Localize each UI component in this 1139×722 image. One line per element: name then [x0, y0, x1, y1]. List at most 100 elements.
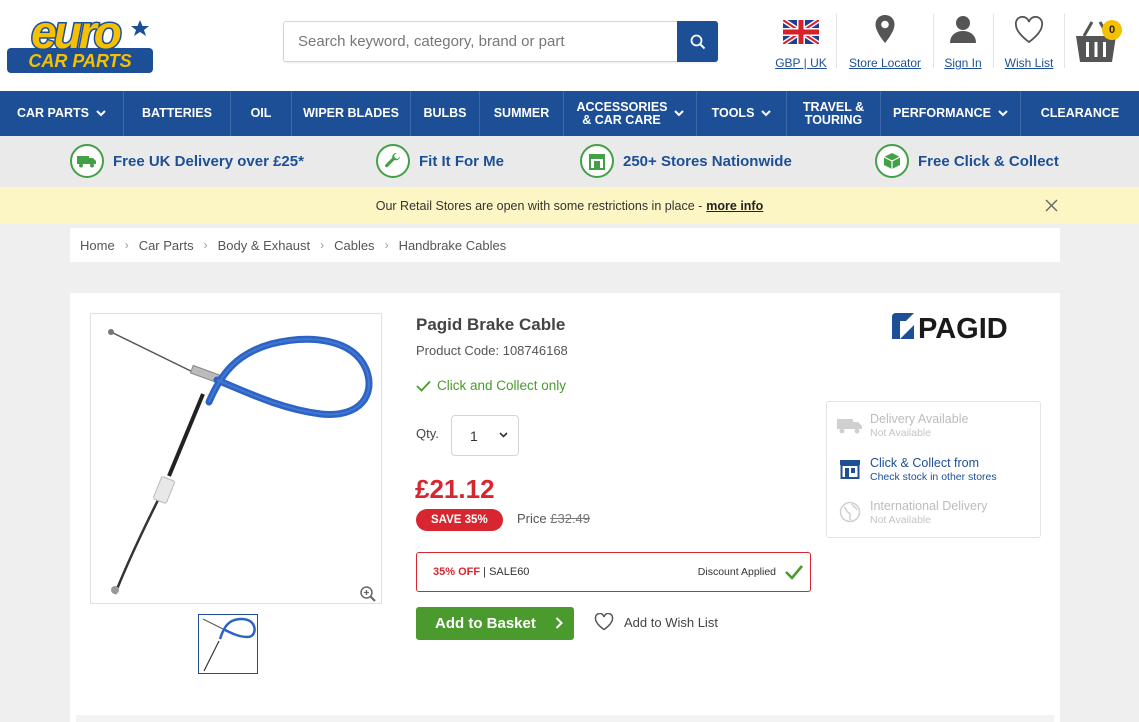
more-info-link[interactable]: more info: [706, 199, 763, 213]
chevron-down-icon: [96, 110, 106, 117]
delivery-title: Click & Collect from: [870, 456, 980, 470]
usp-fit-it-for-me[interactable]: Fit It For Me: [376, 142, 504, 180]
breadcrumb-car-parts[interactable]: Car Parts: [139, 238, 194, 253]
nav-label: CAR PARTS: [17, 106, 89, 120]
nav-clearance[interactable]: CLEARANCE: [1021, 91, 1139, 136]
chevron-down-icon: [499, 432, 508, 438]
check-stock-link[interactable]: Check stock in other stores: [870, 471, 997, 484]
availability-status: Click and Collect only: [416, 378, 566, 393]
add-to-wishlist-button[interactable]: Add to Wish List: [594, 613, 718, 631]
nav-car-parts[interactable]: CAR PARTS: [0, 91, 124, 136]
add-to-basket-label: Add to Basket: [435, 615, 536, 632]
sign-in-label: Sign In: [944, 56, 982, 70]
quantity-value: 1: [470, 427, 478, 444]
quantity-select[interactable]: 1: [451, 415, 519, 456]
heart-icon: [1014, 16, 1044, 44]
store-locator-link[interactable]: Store Locator: [845, 14, 925, 70]
notice-text: Our Retail Stores are open with some res…: [375, 198, 703, 213]
currency-link[interactable]: GBP | UK: [773, 14, 829, 70]
nav-oil[interactable]: OIL: [231, 91, 292, 136]
nav-accessories[interactable]: ACCESSORIES & CAR CARE: [564, 91, 697, 136]
svg-text:euro: euro: [31, 12, 121, 58]
save-badge: SAVE 35%: [416, 509, 503, 531]
wish-list-link[interactable]: Wish List: [1001, 14, 1057, 70]
main-navigation: CAR PARTS BATTERIES OIL WIPER BLADES BUL…: [0, 91, 1139, 136]
divider: [836, 14, 837, 68]
discount-info: 35% OFF | SALE60: [433, 566, 530, 578]
nav-label: TRAVEL & TOURING: [802, 99, 865, 127]
chevron-right-icon: [555, 617, 563, 629]
search-icon: [690, 34, 705, 49]
nav-label: OIL: [250, 106, 272, 120]
click-collect-option[interactable]: Click & Collect from Check stock in other…: [837, 456, 997, 490]
sign-in-link[interactable]: Sign In: [940, 14, 986, 70]
chevron-right-icon: ›: [320, 238, 325, 252]
delivery-available-option: Delivery Available Not Available: [837, 412, 968, 446]
search-bar: [283, 21, 718, 62]
delivery-van-icon: [837, 412, 863, 438]
discount-status: Discount Applied: [697, 566, 776, 578]
store-icon: [580, 144, 614, 178]
add-to-basket-button[interactable]: Add to Basket: [416, 607, 574, 640]
euro-car-parts-logo[interactable]: CAR PARTS euro: [5, 12, 157, 75]
pagid-brand-logo[interactable]: PAGID: [890, 309, 1028, 343]
store-locator-label: Store Locator: [848, 56, 922, 70]
chevron-down-icon: [673, 110, 684, 117]
brake-cable-thumbnail: [202, 617, 256, 672]
nav-wiper-blades[interactable]: WIPER BLADES: [292, 91, 411, 136]
divider: [933, 14, 934, 68]
nav-label: BATTERIES: [142, 106, 212, 120]
usp-label: 250+ Stores Nationwide: [623, 152, 792, 170]
svg-text:PAGID: PAGID: [918, 313, 1008, 343]
breadcrumb-handbrake-cables[interactable]: Handbrake Cables: [399, 238, 507, 253]
availability-label: Click and Collect only: [437, 378, 567, 393]
store-icon: [837, 456, 863, 482]
search-button[interactable]: [677, 21, 718, 62]
breadcrumb-cables[interactable]: Cables: [334, 238, 374, 253]
was-price-value: £32.49: [550, 511, 591, 526]
product-thumbnail[interactable]: [198, 614, 258, 674]
divider: [1064, 14, 1065, 68]
notice-banner: Our Retail Stores are open with some res…: [0, 187, 1139, 224]
close-icon[interactable]: [1044, 198, 1059, 213]
delivery-title: Delivery Available: [870, 412, 969, 426]
wish-list-label: Wish List: [1004, 56, 1054, 70]
delivery-sub: Not Available: [870, 514, 932, 526]
discount-box: 35% OFF | SALE60 Discount Applied: [416, 552, 811, 592]
breadcrumb: Home › Car Parts › Body & Exhaust › Cabl…: [70, 228, 1060, 262]
nav-batteries[interactable]: BATTERIES: [124, 91, 231, 136]
breadcrumb-body-exhaust[interactable]: Body & Exhaust: [218, 238, 311, 253]
check-icon: [416, 380, 431, 392]
breadcrumb-home[interactable]: Home: [80, 238, 115, 253]
discount-percent: 35% OFF: [433, 566, 481, 578]
nav-label: WIPER BLADES: [303, 106, 399, 120]
user-icon: [950, 16, 976, 43]
nav-performance[interactable]: PERFORMANCE: [881, 91, 1021, 136]
usp-stores[interactable]: 250+ Stores Nationwide: [580, 142, 792, 180]
chevron-right-icon: ›: [203, 238, 208, 252]
usp-label: Free UK Delivery over £25*: [113, 152, 304, 170]
nav-label: SUMMER: [493, 106, 550, 120]
nav-travel-touring[interactable]: TRAVEL & TOURING: [787, 91, 881, 136]
nav-label: ACCESSORIES & CAR CARE: [576, 99, 668, 127]
usp-bar: Free UK Delivery over £25* Fit It For Me…: [0, 136, 1139, 187]
chevron-right-icon: ›: [384, 238, 389, 252]
qty-label: Qty.: [416, 426, 439, 441]
search-input[interactable]: [284, 22, 677, 61]
zoom-icon[interactable]: [359, 585, 377, 603]
nav-bulbs[interactable]: BULBS: [411, 91, 480, 136]
chevron-down-icon: [761, 110, 772, 117]
product-main-image[interactable]: [90, 313, 382, 604]
nav-summer[interactable]: SUMMER: [480, 91, 564, 136]
chevron-down-icon: [998, 110, 1008, 117]
delivery-van-icon: [70, 144, 104, 178]
site-header: CAR PARTS euro GBP | UK Store Locator Si…: [0, 0, 1139, 91]
nav-tools[interactable]: TOOLS: [697, 91, 787, 136]
check-icon: [785, 565, 803, 580]
usp-click-collect[interactable]: Free Click & Collect: [875, 142, 1059, 180]
usp-free-delivery[interactable]: Free UK Delivery over £25*: [70, 142, 304, 180]
international-delivery-option: International Delivery Not Available: [837, 499, 987, 533]
was-price: Price £32.49: [517, 511, 590, 526]
wishlist-label: Add to Wish List: [624, 614, 718, 630]
wrench-icon: [376, 144, 410, 178]
